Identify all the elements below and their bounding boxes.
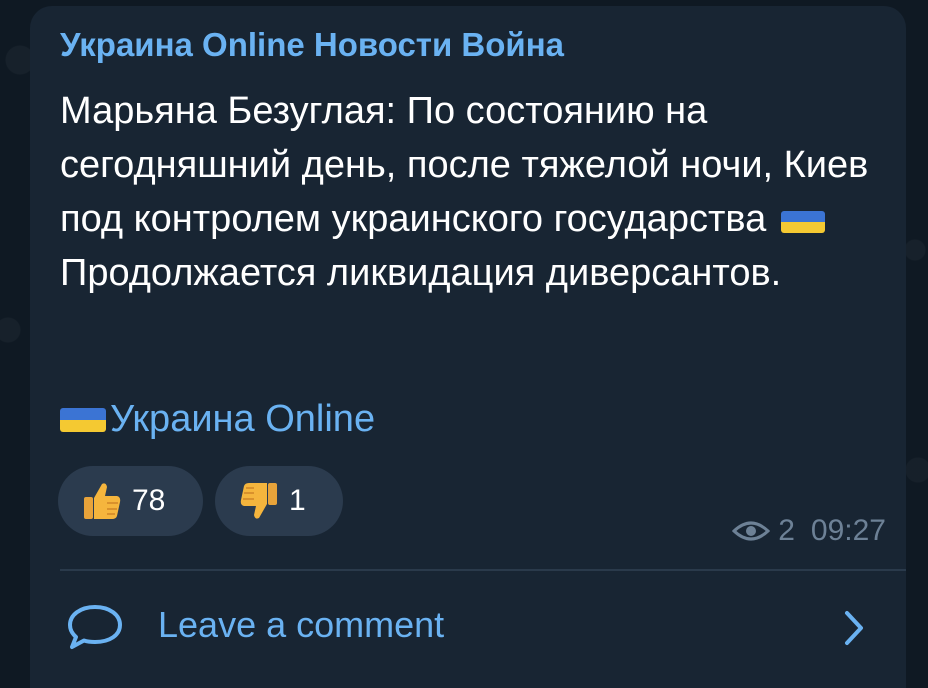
divider: [60, 569, 906, 571]
reaction-thumbs-up[interactable]: 78: [58, 466, 203, 536]
reaction-count: 1: [289, 484, 306, 517]
message-time: 09:27: [810, 514, 886, 547]
message-meta: 2 09:27: [732, 514, 886, 548]
thumbs-down-icon: [240, 483, 277, 519]
eye-icon: [732, 521, 771, 541]
thumbs-up-icon: [84, 483, 121, 519]
channel-name[interactable]: Украина Online Новости Война: [60, 26, 564, 64]
reaction-count: 78: [132, 484, 166, 517]
signature-text: Украина Online: [110, 398, 376, 440]
channel-signature[interactable]: Украина Online: [60, 398, 375, 441]
message-text-part1: Марьяна Безуглая: По состоянию на сегодн…: [60, 90, 869, 240]
ukraine-flag-icon: [780, 211, 825, 233]
comment-label: Leave a comment: [158, 604, 445, 645]
message-text-part2: Продолжается ликвидация диверсантов.: [60, 252, 782, 294]
view-count: 2: [778, 514, 795, 547]
chevron-right-icon: [845, 611, 863, 645]
leave-comment-button[interactable]: Leave a comment: [30, 572, 906, 688]
comment-bubble-icon: [68, 605, 122, 649]
reaction-thumbs-down[interactable]: 1: [215, 466, 343, 536]
message-text: Марьяна Безуглая: По состоянию на сегодн…: [60, 84, 890, 300]
ukraine-flag-icon: [60, 407, 106, 432]
